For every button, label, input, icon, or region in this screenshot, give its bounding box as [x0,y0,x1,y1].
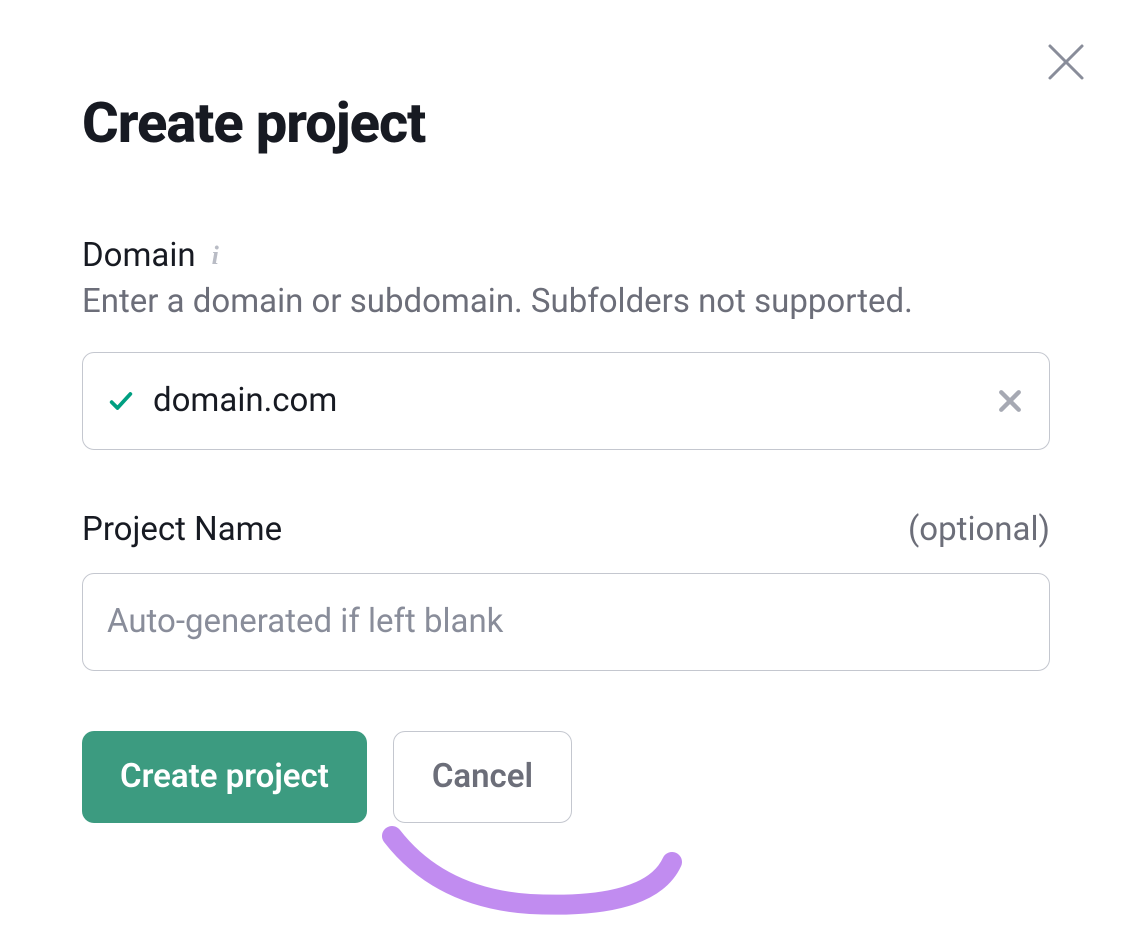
project-name-input[interactable] [107,602,1025,641]
domain-input-wrap [82,352,1050,450]
cancel-button[interactable]: Cancel [393,731,572,823]
domain-label: Domain [82,236,196,275]
project-name-label: Project Name [82,510,282,549]
project-name-field-group: Project Name (optional) [82,510,1050,671]
x-icon [995,386,1025,416]
modal-title: Create project [82,90,1050,156]
close-button[interactable] [1042,38,1090,90]
create-project-modal: Create project Domain i Enter a domain o… [0,0,1132,863]
domain-helper-text: Enter a domain or subdomain. Subfolders … [82,281,1050,324]
domain-input[interactable] [153,381,995,420]
close-icon [1042,38,1090,86]
create-project-button[interactable]: Create project [82,731,367,823]
project-name-input-wrap [82,573,1050,671]
clear-domain-button[interactable] [995,386,1025,416]
action-row: Create project Cancel [82,731,1050,823]
domain-field-group: Domain i Enter a domain or subdomain. Su… [82,236,1050,450]
info-icon[interactable]: i [212,243,219,269]
checkmark-icon [107,387,135,415]
optional-label: (optional) [908,510,1050,549]
